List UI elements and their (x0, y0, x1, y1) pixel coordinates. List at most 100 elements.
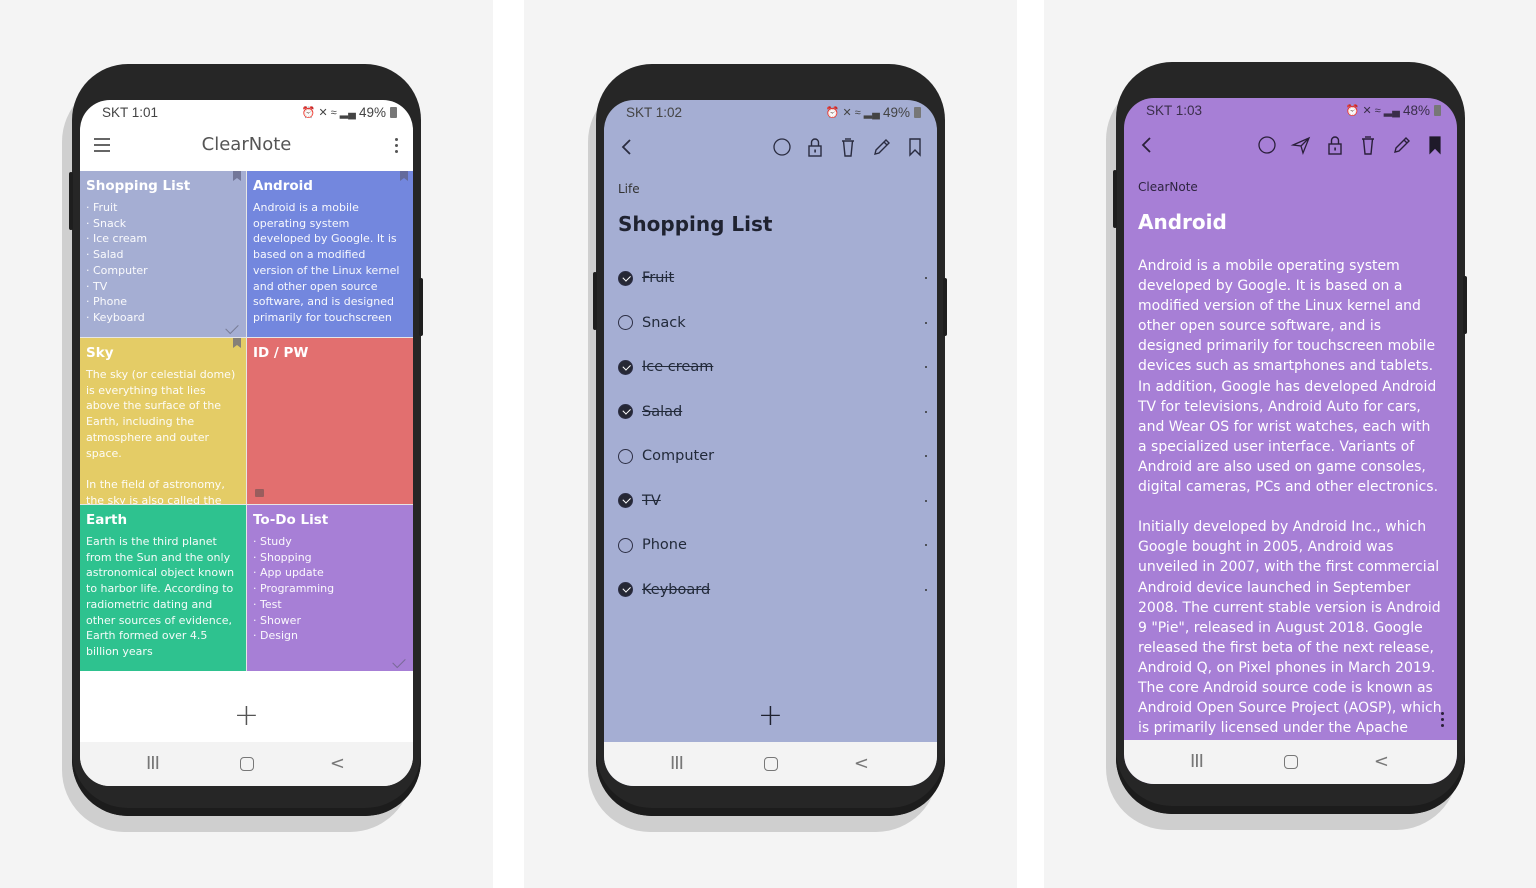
send-icon[interactable] (1290, 134, 1312, 156)
carrier-time: SKT 1:02 (626, 105, 683, 120)
back-nav-icon[interactable]: < (330, 753, 345, 774)
note-card-earth[interactable]: Earth Earth is the third planet from the… (80, 505, 246, 671)
lock-icon[interactable] (1324, 134, 1346, 156)
checklist-item[interactable]: Phone (618, 523, 927, 568)
alarm-icon: ⏰ (1345, 105, 1360, 117)
checkbox-unchecked-icon[interactable] (618, 315, 633, 331)
note-card-todo-list[interactable]: To-Do List · Study · Shopping · App upda… (247, 505, 413, 671)
checklist-item[interactable]: TV (618, 479, 927, 524)
trash-icon[interactable] (1357, 134, 1379, 156)
screenshot-panel-checklist: SKT 1:02 ⏰ ✕ ≈ ▂▄ 49% Life Shopping List… (524, 0, 1017, 888)
status-bar: SKT 1:02 ⏰ ✕ ≈ ▂▄ 49% (604, 100, 937, 126)
note-card-shopping-list[interactable]: Shopping List · Fruit · Snack · Ice crea… (80, 171, 246, 337)
bookmark-filled-icon[interactable] (1424, 134, 1446, 156)
back-icon[interactable] (616, 136, 638, 158)
checkbox-unchecked-icon[interactable] (618, 448, 633, 464)
checkbox-checked-icon[interactable] (618, 270, 633, 286)
note-category: Life (618, 182, 640, 196)
more-options-icon[interactable] (395, 138, 399, 156)
note-title: Shopping List (618, 212, 773, 236)
drag-handle-icon[interactable] (925, 588, 927, 591)
drag-handle-icon[interactable] (925, 410, 927, 413)
back-nav-icon[interactable]: < (854, 753, 869, 774)
checklist-item-text: Phone (642, 537, 687, 554)
circle-icon[interactable] (1256, 134, 1278, 156)
power-button (419, 278, 423, 336)
circle-icon[interactable] (771, 136, 793, 158)
carrier-time: SKT 1:01 (102, 105, 159, 120)
note-title: Android (1138, 210, 1227, 234)
note-preview: · Study · Shopping · App update · Progra… (253, 535, 335, 643)
checklist-item[interactable]: Fruit (618, 256, 927, 301)
checklist-item-text: Computer (642, 448, 715, 465)
checklist-item[interactable]: Snack (618, 301, 927, 346)
add-item-button[interactable]: + (604, 698, 937, 733)
checklist-item[interactable]: Keyboard (618, 568, 927, 613)
signal-icon: ▂▄ (863, 107, 880, 119)
battery-percent: 49% (358, 105, 386, 120)
drag-handle-icon[interactable] (925, 321, 927, 324)
status-bar: SKT 1:03 ⏰ ✕ ≈ ▂▄ 48% (1124, 98, 1457, 124)
note-body[interactable]: Android is a mobile operating system dev… (1138, 256, 1443, 738)
checkbox-checked-icon[interactable] (618, 582, 633, 598)
bookmark-icon[interactable] (904, 136, 926, 158)
recents-icon[interactable]: III (1190, 751, 1204, 772)
note-title: ID / PW (253, 345, 309, 361)
back-icon[interactable] (1136, 134, 1158, 156)
drag-handle-icon[interactable] (925, 499, 927, 502)
note-card-android[interactable]: Android Android is a mobile operating sy… (247, 171, 413, 337)
volume-button (69, 172, 73, 230)
recents-icon[interactable]: III (146, 753, 160, 774)
checkbox-checked-icon[interactable] (618, 404, 633, 420)
note-preview: The sky (or celestial dome) is everythin… (86, 368, 236, 504)
drag-handle-icon[interactable] (925, 455, 927, 458)
add-note-button[interactable]: + (80, 698, 413, 733)
pencil-icon[interactable] (1391, 134, 1413, 156)
note-title: Android (253, 178, 313, 194)
drag-handle-icon[interactable] (925, 277, 927, 280)
drag-handle-icon[interactable] (925, 544, 927, 547)
home-icon[interactable] (239, 757, 254, 771)
note-title: Sky (86, 345, 114, 361)
mute-icon: ✕ (842, 107, 852, 119)
drag-handle-icon[interactable] (925, 366, 927, 369)
wifi-icon: ≈ (330, 106, 337, 119)
trash-icon[interactable] (837, 136, 859, 158)
system-nav-bar: III < (1124, 740, 1457, 784)
checklist-item[interactable]: Ice cream (618, 345, 927, 390)
note-preview: · Fruit · Snack · Ice cream · Salad · Co… (86, 201, 148, 324)
pencil-icon[interactable] (871, 136, 893, 158)
screenshot-panel-note-detail: SKT 1:03 ⏰ ✕ ≈ ▂▄ 48% ClearNote Android … (1044, 0, 1536, 888)
checklist-item-text: Snack (642, 314, 686, 331)
battery-icon (914, 107, 921, 118)
checklist-item-text: Salad (642, 403, 683, 420)
note-card-sky[interactable]: Sky The sky (or celestial dome) is every… (80, 338, 246, 504)
more-options-icon[interactable] (1441, 712, 1445, 730)
checklist-item-text: TV (642, 492, 661, 509)
checkbox-checked-icon[interactable] (618, 493, 633, 509)
home-icon[interactable] (1283, 755, 1298, 769)
notes-grid: Shopping List · Fruit · Snack · Ice crea… (80, 171, 413, 671)
checklist-item-text: Keyboard (642, 581, 711, 598)
note-preview: Android is a mobile operating system dev… (253, 201, 400, 324)
checklist-item-text: Fruit (642, 270, 675, 287)
lock-icon (255, 489, 264, 497)
system-nav-bar: III < (80, 742, 413, 786)
note-preview: Earth is the third planet from the Sun a… (86, 535, 235, 658)
checkbox-unchecked-icon[interactable] (618, 537, 633, 553)
wifi-icon: ≈ (1374, 104, 1381, 117)
phone-screen: SKT 1:01 ⏰ ✕ ≈ ▂▄ 49% ClearNote Shopping… (80, 100, 413, 786)
home-icon[interactable] (763, 757, 778, 771)
system-nav-bar: III < (604, 742, 937, 786)
checklist-item[interactable]: Computer (618, 434, 927, 479)
mute-icon: ✕ (1362, 105, 1372, 117)
back-nav-icon[interactable]: < (1374, 751, 1389, 772)
recents-icon[interactable]: III (670, 753, 684, 774)
note-category: ClearNote (1138, 180, 1198, 194)
note-card-id-pw[interactable]: ID / PW (247, 338, 413, 504)
lock-icon[interactable] (804, 136, 826, 158)
note-title: Shopping List (86, 178, 191, 194)
checkbox-checked-icon[interactable] (618, 359, 633, 375)
screenshot-panel-home: SKT 1:01 ⏰ ✕ ≈ ▂▄ 49% ClearNote Shopping… (0, 0, 493, 888)
checklist-item[interactable]: Salad (618, 390, 927, 435)
